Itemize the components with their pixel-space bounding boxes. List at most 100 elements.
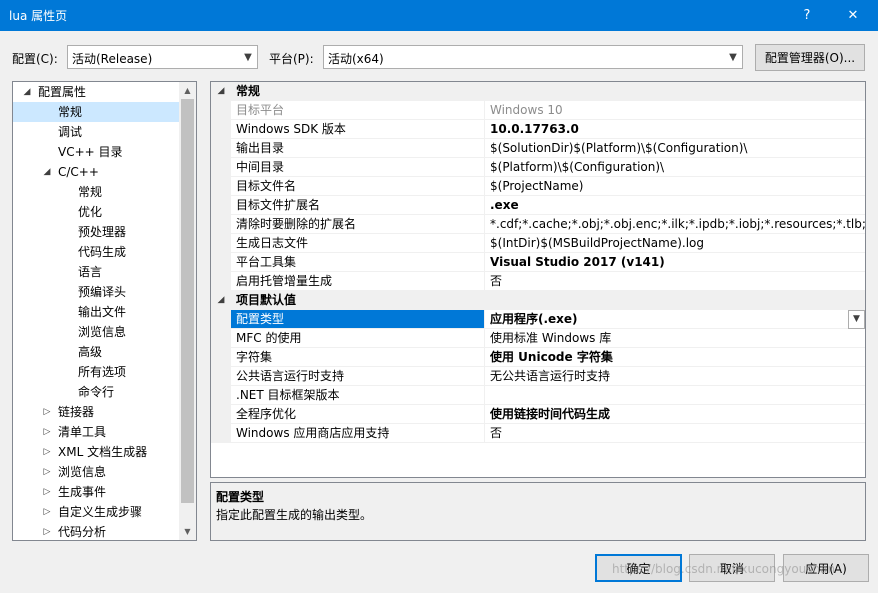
- collapse-icon[interactable]: ◢: [211, 291, 231, 310]
- tree-item[interactable]: ◢ C/C++: [13, 162, 180, 182]
- expander-icon[interactable]: ▷: [41, 502, 53, 522]
- tree-item[interactable]: 预处理器: [13, 222, 180, 242]
- property-row[interactable]: 清除时要删除的扩展名 *.cdf;*.cache;*.obj;*.obj.enc;…: [211, 215, 865, 234]
- tree-item-label: 语言: [78, 265, 103, 279]
- property-value[interactable]: $(Platform)\$(Configuration)\: [484, 158, 865, 177]
- expander-icon[interactable]: ▷: [41, 442, 53, 462]
- property-row[interactable]: 全程序优化 使用链接时间代码生成: [211, 405, 865, 424]
- scrollbar-thumb[interactable]: [181, 99, 194, 503]
- tree-item[interactable]: 高级: [13, 342, 180, 362]
- scroll-up-icon[interactable]: ▲: [179, 82, 196, 99]
- platform-select[interactable]: 活动(x64) ▼: [323, 45, 743, 69]
- expander-icon[interactable]: ▷: [41, 422, 53, 442]
- configuration-manager-button[interactable]: 配置管理器(O)...: [755, 44, 865, 71]
- tree-item[interactable]: 调试: [13, 122, 180, 142]
- title-bar: lua 属性页 ? ✕: [0, 0, 878, 31]
- property-value[interactable]: $(SolutionDir)$(Platform)\$(Configuratio…: [484, 139, 865, 158]
- tree-item[interactable]: 常规: [13, 182, 180, 202]
- property-name: 目标文件扩展名: [231, 196, 484, 215]
- tree-item[interactable]: 浏览信息: [13, 322, 180, 342]
- property-grid[interactable]: ◢ 常规 目标平台 Windows 10 Windows SDK 版本 10.0.1776…: [210, 81, 866, 478]
- tree-item[interactable]: VC++ 目录: [13, 142, 180, 162]
- property-value[interactable]: .exe: [484, 196, 865, 215]
- close-button[interactable]: ✕: [830, 0, 876, 31]
- property-value[interactable]: [484, 386, 865, 405]
- tree-item[interactable]: 常规: [13, 102, 180, 122]
- grid-category[interactable]: ◢ 项目默认值: [211, 291, 865, 310]
- tree-item[interactable]: 输出文件: [13, 302, 180, 322]
- property-value[interactable]: 使用 Unicode 字符集: [484, 348, 865, 367]
- expander-icon[interactable]: ▷: [41, 482, 53, 502]
- tree-item[interactable]: ▷ 浏览信息: [13, 462, 180, 482]
- tree-item[interactable]: 语言: [13, 262, 180, 282]
- expander-icon[interactable]: ▷: [41, 462, 53, 482]
- category-label: 常规: [231, 82, 865, 101]
- property-value[interactable]: *.cdf;*.cache;*.obj;*.obj.enc;*.ilk;*.ip…: [484, 215, 865, 234]
- property-value[interactable]: 否: [484, 424, 865, 443]
- property-value[interactable]: 使用标准 Windows 库: [484, 329, 865, 348]
- tree-item[interactable]: ▷ XML 文档生成器: [13, 442, 180, 462]
- tree-item-label: 代码生成: [78, 245, 127, 259]
- property-value[interactable]: $(ProjectName): [484, 177, 865, 196]
- tree-item[interactable]: ▷ 生成事件: [13, 482, 180, 502]
- property-row[interactable]: .NET 目标框架版本: [211, 386, 865, 405]
- tree-item[interactable]: ◢ 配置属性: [13, 82, 180, 102]
- property-row[interactable]: 输出目录 $(SolutionDir)$(Platform)\$(Configur…: [211, 139, 865, 158]
- property-value[interactable]: 应用程序(.exe): [484, 310, 865, 329]
- property-value[interactable]: Windows 10: [484, 101, 865, 120]
- property-row[interactable]: MFC 的使用 使用标准 Windows 库: [211, 329, 865, 348]
- tree-scrollbar[interactable]: ▲ ▼: [179, 82, 196, 540]
- expander-icon[interactable]: ▷: [41, 402, 53, 422]
- property-row[interactable]: 启用托管增量生成否: [211, 272, 865, 291]
- watermark: https://blog.csdn.net/xucongyoushan: [612, 562, 836, 576]
- property-row[interactable]: Windows 应用商店应用支持否: [211, 424, 865, 443]
- tree-item[interactable]: 优化: [13, 202, 180, 222]
- tree-item[interactable]: 命令行: [13, 382, 180, 402]
- tree-item-label: 链接器: [58, 405, 95, 419]
- configuration-select[interactable]: 活动(Release) ▼: [67, 45, 258, 69]
- row-gutter: [211, 310, 231, 329]
- scroll-down-icon[interactable]: ▼: [179, 523, 196, 540]
- property-row[interactable]: 生成日志文件 $(IntDir)$(MSBuildProjectName).log: [211, 234, 865, 253]
- tree-item-label: 输出文件: [78, 305, 127, 319]
- tree-item[interactable]: 预编译头: [13, 282, 180, 302]
- chevron-down-icon[interactable]: ▼: [848, 310, 865, 329]
- property-row[interactable]: 配置类型 应用程序(.exe) ▼: [211, 310, 865, 329]
- tree-item-label: 自定义生成步骤: [58, 505, 143, 519]
- tree-item-label: 预处理器: [78, 225, 127, 239]
- tree-item[interactable]: ▷ 链接器: [13, 402, 180, 422]
- expander-icon[interactable]: ◢: [41, 162, 53, 182]
- property-value[interactable]: 否: [484, 272, 865, 291]
- tree-item[interactable]: 代码生成: [13, 242, 180, 262]
- property-row[interactable]: 目标平台 Windows 10: [211, 101, 865, 120]
- expander-icon[interactable]: ▷: [41, 522, 53, 540]
- property-row[interactable]: 平台工具集 Visual Studio 2017 (v141): [211, 253, 865, 272]
- row-gutter: [211, 405, 231, 424]
- row-gutter: [211, 234, 231, 253]
- property-row[interactable]: 公共语言运行时支持 无公共语言运行时支持: [211, 367, 865, 386]
- property-row[interactable]: 目标文件扩展名 .exe: [211, 196, 865, 215]
- property-value[interactable]: 10.0.17763.0: [484, 120, 865, 139]
- property-name: MFC 的使用: [231, 329, 484, 348]
- property-row[interactable]: 字符集 使用 Unicode 字符集: [211, 348, 865, 367]
- tree-item-label: 清单工具: [58, 425, 107, 439]
- property-name: 中间目录: [231, 158, 484, 177]
- property-row[interactable]: Windows SDK 版本 10.0.17763.0: [211, 120, 865, 139]
- expander-icon[interactable]: ◢: [21, 82, 33, 102]
- property-value[interactable]: 使用链接时间代码生成: [484, 405, 865, 424]
- property-value[interactable]: Visual Studio 2017 (v141): [484, 253, 865, 272]
- tree-item[interactable]: ▷ 代码分析: [13, 522, 180, 540]
- property-value[interactable]: $(IntDir)$(MSBuildProjectName).log: [484, 234, 865, 253]
- tree-item[interactable]: ▷ 清单工具: [13, 422, 180, 442]
- property-row[interactable]: 中间目录 $(Platform)\$(Configuration)\: [211, 158, 865, 177]
- tree-item[interactable]: ▷ 自定义生成步骤: [13, 502, 180, 522]
- grid-category[interactable]: ◢ 常规: [211, 82, 865, 101]
- collapse-icon[interactable]: ◢: [211, 82, 231, 101]
- property-name: 生成日志文件: [231, 234, 484, 253]
- property-row[interactable]: 目标文件名 $(ProjectName): [211, 177, 865, 196]
- property-name: 启用托管增量生成: [231, 272, 484, 291]
- property-tree[interactable]: ◢ 配置属性 常规 调试 VC++ 目录 ◢ C/C++ 常规 优化 预处理器 代码生成 语言 预编译头…: [12, 81, 197, 541]
- tree-item[interactable]: 所有选项: [13, 362, 180, 382]
- property-value[interactable]: 无公共语言运行时支持: [484, 367, 865, 386]
- help-button[interactable]: ?: [784, 0, 830, 31]
